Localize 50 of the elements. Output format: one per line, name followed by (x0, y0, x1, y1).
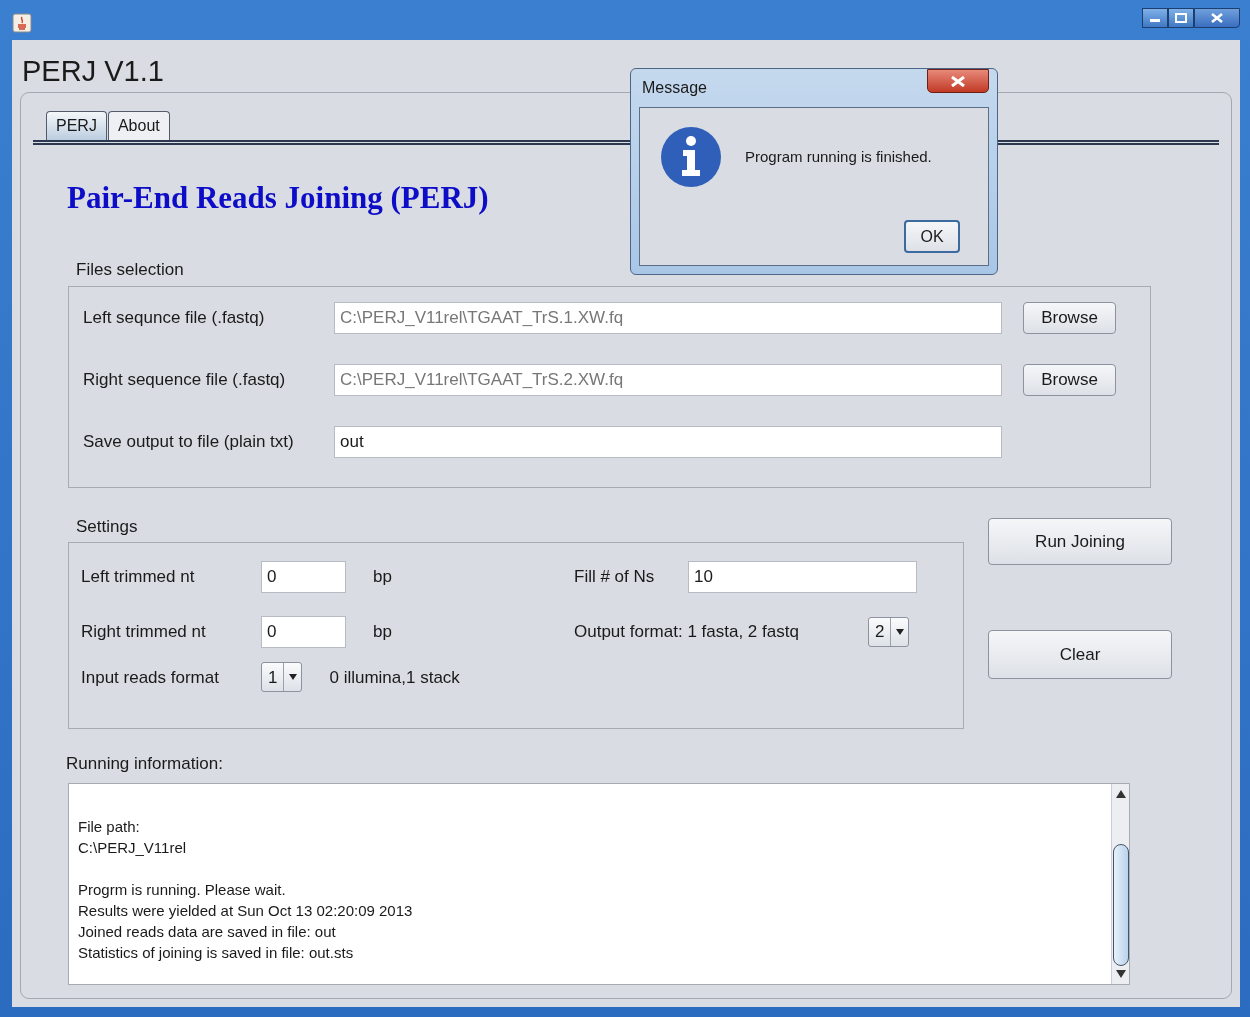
log-line: Results were yielded at Sun Oct 13 02:20:09 2013 (78, 900, 414, 921)
maximize-button[interactable] (1168, 8, 1194, 28)
unit-label: bp (373, 621, 392, 644)
page-heading: Pair-End Reads Joining (PERJ) (67, 178, 490, 217)
scroll-down-icon[interactable] (1115, 969, 1126, 978)
scroll-thumb[interactable] (1112, 843, 1129, 966)
text-field[interactable]: out (334, 425, 1002, 458)
log-line: Statistics of joining is saved in file: out.sts (78, 942, 355, 963)
field-label: Left trimmed nt (80, 566, 196, 589)
app-title: PERJ V1.1 (22, 56, 164, 88)
field-label: Save output to file (plain txt) (82, 431, 295, 454)
dialog-title: Message (642, 78, 707, 98)
field-label: Right trimmed nt (80, 621, 207, 644)
hint-text: 0 illumina,1 stack (329, 666, 460, 689)
group-title: Settings (76, 515, 139, 538)
run-button[interactable]: Run Joining (988, 517, 1172, 565)
app-icon (12, 13, 32, 33)
scroll-up-icon[interactable] (1115, 789, 1126, 798)
field-label: Right sequence file (.fastq) (82, 369, 287, 392)
dropdown[interactable]: 1 (261, 662, 303, 693)
text-field[interactable]: 0 (261, 615, 346, 648)
close-button[interactable] (1194, 8, 1240, 28)
unit-label: bp (373, 566, 392, 589)
close-button[interactable] (927, 69, 989, 93)
caret-icon (288, 674, 297, 681)
dialog-message: Program running is finished. (745, 146, 932, 167)
dropdown[interactable]: 2 (868, 616, 910, 647)
maximize-icon (1175, 13, 1187, 23)
text-field[interactable]: 0 (261, 560, 346, 593)
clear-button[interactable]: Clear (988, 629, 1172, 679)
field-label: Output format: 1 fasta, 2 fastq (574, 621, 800, 644)
log-line: Joined reads data are saved in file: out (78, 921, 337, 942)
log-line: C:\PERJ_V11rel (78, 837, 188, 858)
tab[interactable]: PERJ (46, 110, 107, 140)
caret-icon (895, 628, 904, 635)
group-title: Files selection (76, 259, 185, 282)
close-icon (1211, 13, 1223, 23)
tab[interactable]: About (107, 110, 170, 140)
close-icon (951, 75, 965, 87)
log-line: File path: (78, 816, 141, 837)
field-label: Input reads format (80, 666, 220, 689)
field-label: Left sequnce file (.fastq) (82, 307, 266, 330)
field-label: Fill # of Ns (574, 566, 656, 589)
ok-button[interactable]: OK (904, 220, 960, 253)
minimize-button[interactable] (1142, 8, 1168, 28)
info-icon (660, 126, 722, 188)
scrollbar[interactable] (1111, 783, 1129, 984)
log-line: Progrm is running. Please wait. (78, 879, 287, 900)
text-field[interactable]: 10 (688, 560, 917, 593)
group-title: Running information: (66, 753, 224, 776)
